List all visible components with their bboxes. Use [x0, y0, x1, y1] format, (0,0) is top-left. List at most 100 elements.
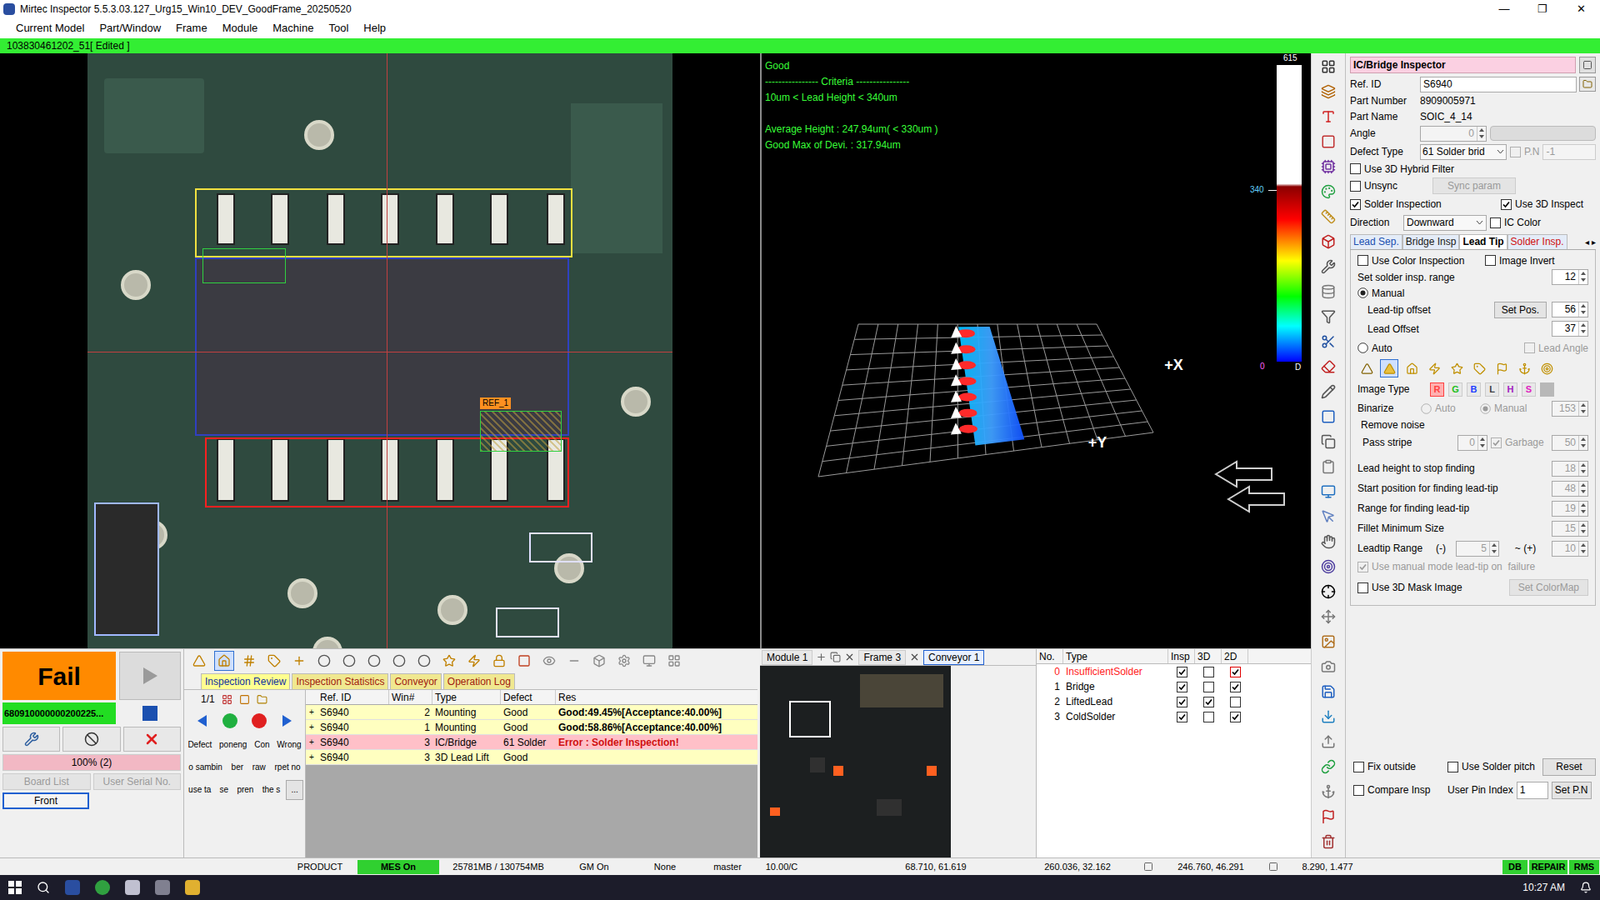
checkbox-icon[interactable]	[1490, 217, 1501, 229]
spin-field[interactable]: 15	[1551, 520, 1589, 537]
defect-row[interactable]: 3ColdSolder	[1036, 709, 1311, 725]
review-tool-icon[interactable]	[617, 654, 631, 668]
review-tool-button[interactable]	[314, 650, 335, 671]
review-tool-button[interactable]	[439, 650, 460, 671]
checkbox-icon[interactable]	[1350, 199, 1361, 210]
checkbox-icon[interactable]	[1230, 681, 1241, 693]
window-box-hatched[interactable]	[480, 410, 562, 452]
tip-type-button[interactable]	[1537, 359, 1556, 378]
menu-item[interactable]: Help	[355, 20, 394, 37]
panel-icon[interactable]	[1582, 60, 1593, 70]
radio-icon[interactable]	[1357, 342, 1369, 354]
checkbox-icon[interactable]	[1350, 163, 1361, 175]
next-icon[interactable]	[279, 713, 295, 729]
window-box-top[interactable]	[195, 188, 573, 258]
tool-button[interactable]	[1318, 606, 1339, 627]
tool-icon[interactable]	[1320, 834, 1336, 850]
review-tool-button[interactable]	[389, 650, 410, 671]
table-row[interactable]: +S69401MountingGoodGood:58.86%[Acceptanc…	[305, 720, 758, 735]
review-tool-icon[interactable]	[292, 654, 306, 668]
checkbox-icon[interactable]	[1353, 785, 1365, 796]
tool-button[interactable]	[1318, 306, 1339, 327]
tool-button[interactable]	[1318, 381, 1339, 402]
review-tool-icon[interactable]	[642, 654, 656, 668]
channel-button[interactable]: L	[1485, 382, 1500, 397]
channel-button[interactable]: S	[1521, 382, 1536, 397]
tool-button[interactable]	[1318, 256, 1339, 277]
spin-field[interactable]: 37	[1551, 320, 1589, 337]
review-tool-icon[interactable]	[667, 654, 681, 668]
tip-type-icon[interactable]	[1360, 362, 1374, 375]
module-tab[interactable]: Module 1	[761, 650, 813, 665]
tool-icon[interactable]	[1320, 409, 1336, 425]
tool-icon[interactable]	[1320, 509, 1336, 525]
tool-button[interactable]	[1318, 181, 1339, 202]
down-arrow-icon[interactable]	[1579, 488, 1588, 495]
view-3d[interactable]: +X+YGood---------------- Criteria ------…	[760, 53, 1311, 649]
up-arrow-icon[interactable]	[1478, 435, 1487, 443]
add-icon[interactable]	[815, 651, 827, 663]
tool-button[interactable]	[2, 726, 60, 752]
angle-slider[interactable]	[1490, 125, 1596, 141]
tool-icon[interactable]	[1320, 159, 1336, 175]
spin-field[interactable]: 12	[1551, 269, 1589, 285]
spin-field[interactable]: 19	[1551, 500, 1589, 517]
window-control[interactable]: ✕	[1561, 0, 1600, 18]
tool-icon[interactable]	[1320, 384, 1336, 400]
tool-icon[interactable]	[1320, 109, 1336, 125]
up-arrow-icon[interactable]	[1579, 541, 1588, 549]
tool-button[interactable]	[1318, 406, 1339, 427]
folder-icon[interactable]	[1582, 79, 1593, 90]
board-thumbnail[interactable]	[760, 665, 951, 858]
tool-button[interactable]	[1318, 431, 1339, 452]
set-pos-button[interactable]: Set Pos.	[1494, 301, 1547, 319]
checkbox-icon[interactable]	[1203, 666, 1215, 678]
review-tool-button[interactable]	[514, 650, 535, 671]
set-colormap-button[interactable]: Set ColorMap	[1509, 579, 1589, 596]
close-button[interactable]	[123, 726, 181, 752]
tool-button[interactable]	[1318, 806, 1339, 827]
review-tool-icon[interactable]	[392, 654, 406, 668]
review-tool-button[interactable]	[364, 650, 385, 671]
tool-icon[interactable]	[1320, 634, 1336, 650]
defect-type-select[interactable]: 61 Solder brid	[1420, 144, 1507, 160]
tool-icon[interactable]	[1320, 84, 1336, 100]
inspector-tab[interactable]: Lead Sep.	[1350, 234, 1403, 250]
tool-icon[interactable]	[1320, 484, 1336, 500]
tip-type-icon[interactable]	[1495, 362, 1509, 375]
spin-field[interactable]: 56	[1551, 301, 1589, 318]
play-icon[interactable]	[140, 665, 160, 686]
down-arrow-icon[interactable]	[1579, 328, 1588, 335]
review-tool-button[interactable]	[664, 650, 685, 671]
stop-button[interactable]	[119, 702, 181, 725]
review-tab[interactable]: Conveyor	[390, 673, 441, 690]
prev-icon[interactable]	[195, 713, 210, 729]
tool-button[interactable]	[1318, 456, 1339, 477]
review-nav-button[interactable]: use ta	[184, 780, 215, 800]
down-arrow-icon[interactable]	[1579, 468, 1588, 475]
chevron-down-icon[interactable]	[1475, 220, 1484, 225]
review-nav-button[interactable]: poneng	[215, 735, 251, 755]
tip-type-button[interactable]	[1425, 359, 1444, 378]
grid-icon[interactable]	[221, 694, 233, 705]
review-tool-button[interactable]	[189, 650, 210, 671]
taskbar-app-icon[interactable]	[155, 880, 170, 895]
wrench-icon[interactable]	[24, 731, 40, 747]
review-tool-button[interactable]	[414, 650, 435, 671]
tip-type-button[interactable]	[1515, 359, 1534, 378]
direction-select[interactable]: Downward	[1403, 215, 1487, 231]
menu-item[interactable]: Module	[215, 20, 266, 37]
tool-icon[interactable]	[1320, 584, 1336, 600]
checkbox-icon[interactable]	[1230, 711, 1241, 723]
review-tool-icon[interactable]	[317, 654, 331, 668]
tool-button[interactable]	[1318, 481, 1339, 502]
taskbar-app-icon[interactable]	[65, 880, 80, 895]
tool-button[interactable]	[1318, 206, 1339, 227]
review-tool-icon[interactable]	[192, 654, 206, 668]
tip-type-button[interactable]	[1402, 359, 1421, 378]
up-arrow-icon[interactable]	[1579, 435, 1588, 443]
review-tool-button[interactable]	[564, 650, 585, 671]
search-icon[interactable]	[36, 880, 50, 895]
radio-icon[interactable]	[1480, 403, 1491, 415]
checkbox-icon[interactable]	[1176, 711, 1188, 723]
